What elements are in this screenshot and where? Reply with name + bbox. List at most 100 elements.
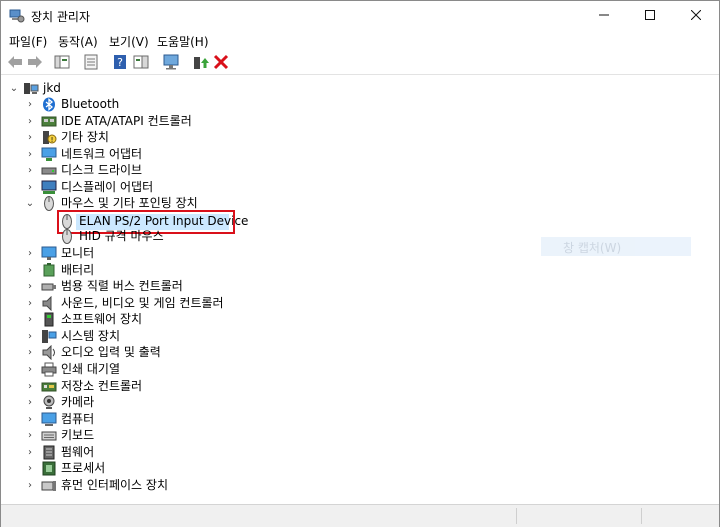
sound-icon <box>42 296 52 311</box>
tree-item-disk-drive[interactable]: › 디스크 드라이브 <box>1 162 301 179</box>
tree-item-audio-io[interactable]: › 오디오 입력 및 출력 <box>1 344 301 361</box>
expand-chevron-icon[interactable]: › <box>25 361 35 378</box>
tree-item-usb-controller[interactable]: › 범용 직렬 버스 컨트롤러 <box>1 278 301 295</box>
camera-icon <box>43 395 55 409</box>
firmware-icon <box>43 445 55 460</box>
collapse-chevron-icon[interactable]: ⌄ <box>9 80 19 97</box>
tree-root-label: jkd <box>43 81 61 95</box>
tree-root-jkd[interactable]: ⌄ jkd <box>1 80 301 97</box>
uninstall-icon[interactable] <box>212 53 230 71</box>
tree-item-label: 휴먼 인터페이스 장치 <box>61 478 168 492</box>
tree-item-label: HID 규격 마우스 <box>79 229 164 243</box>
expand-chevron-icon[interactable]: › <box>25 162 35 179</box>
tree-item-firmware[interactable]: › 펌웨어 <box>1 444 301 461</box>
other-devices-icon: ! <box>43 131 57 144</box>
tree-item-sound[interactable]: › 사운드, 비디오 및 게임 컨트롤러 <box>1 295 301 312</box>
forward-arrow-icon[interactable] <box>26 53 44 71</box>
expand-chevron-icon[interactable]: › <box>25 411 35 428</box>
tree-item-storage-controller[interactable]: › 저장소 컨트롤러 <box>1 378 301 395</box>
expand-chevron-icon[interactable]: › <box>25 378 35 395</box>
title-bar: 장치 관리자 <box>1 1 719 31</box>
expand-chevron-icon[interactable]: › <box>25 444 35 461</box>
expand-chevron-icon[interactable]: › <box>25 477 35 494</box>
tree-item-computer[interactable]: › 컴퓨터 <box>1 411 301 428</box>
tree-item-label: 범용 직렬 버스 컨트롤러 <box>61 279 183 293</box>
monitor-scan-icon[interactable] <box>162 53 180 71</box>
tree-item-label: 펌웨어 <box>61 445 95 459</box>
device-manager-app-icon <box>9 9 25 23</box>
mouse-icon <box>62 229 72 244</box>
expand-chevron-icon[interactable]: › <box>25 295 35 312</box>
tree-item-system-device[interactable]: › 시스템 장치 <box>1 328 301 345</box>
help-icon[interactable]: ? <box>111 53 129 71</box>
expand-chevron-icon[interactable]: › <box>25 344 35 361</box>
tree-item-label: 디스크 드라이브 <box>61 163 143 177</box>
expand-chevron-icon[interactable]: › <box>25 427 35 444</box>
menu-file[interactable]: 파일(F) <box>9 33 47 50</box>
battery-icon <box>43 263 55 277</box>
storage-controller-icon <box>41 382 57 392</box>
window-title: 장치 관리자 <box>31 10 91 24</box>
tree-item-display-adapter[interactable]: › 디스플레이 어댑터 <box>1 179 301 196</box>
computer-root-icon <box>24 83 39 94</box>
mouse-icon <box>44 196 54 211</box>
expand-chevron-icon[interactable]: › <box>25 113 35 130</box>
console-tree-icon[interactable] <box>53 53 71 71</box>
minimize-icon <box>599 14 609 16</box>
menu-help[interactable]: 도움말(H) <box>157 33 209 50</box>
collapse-chevron-icon[interactable]: ⌄ <box>25 195 35 212</box>
expand-chevron-icon[interactable]: › <box>25 278 35 295</box>
tree-item-label: 소프트웨어 장치 <box>61 312 143 326</box>
keyboard-icon <box>41 431 57 441</box>
close-icon <box>690 9 702 21</box>
software-device-icon <box>44 312 54 327</box>
expand-chevron-icon[interactable]: › <box>25 245 35 262</box>
computer-icon <box>41 412 57 426</box>
close-button[interactable] <box>673 1 719 31</box>
expand-chevron-icon[interactable]: › <box>25 311 35 328</box>
properties-icon[interactable] <box>82 53 100 71</box>
menu-bar: 파일(F) 동작(A) 보기(V) 도움말(H) <box>1 31 719 50</box>
tree-item-print-queue[interactable]: › 인쇄 대기열 <box>1 361 301 378</box>
disk-drive-icon <box>41 167 57 175</box>
tree-item-monitor[interactable]: › 모니터 <box>1 245 301 262</box>
tree-item-other-devices[interactable]: › ! 기타 장치 <box>1 129 301 146</box>
minimize-button[interactable] <box>581 1 627 31</box>
bluetooth-icon <box>43 97 55 112</box>
tree-item-label: 저장소 컨트롤러 <box>61 379 143 393</box>
tree-item-processor[interactable]: › 프로세서 <box>1 460 301 477</box>
expand-chevron-icon[interactable]: › <box>25 179 35 196</box>
expand-chevron-icon[interactable]: › <box>25 460 35 477</box>
tree-item-network-adapter[interactable]: › 네트워크 어댑터 <box>1 146 301 163</box>
tree-item-hid[interactable]: › 휴먼 인터페이스 장치 <box>1 477 301 494</box>
maximize-icon <box>645 10 655 20</box>
maximize-button[interactable] <box>627 1 673 31</box>
expand-chevron-icon[interactable]: › <box>25 262 35 279</box>
capture-overlay: 창 캡처(W) <box>541 237 691 256</box>
tree-item-label: IDE ATA/ATAPI 컨트롤러 <box>61 114 192 128</box>
tree-item-label: 컴퓨터 <box>61 412 95 426</box>
menu-view[interactable]: 보기(V) <box>109 33 149 50</box>
expand-chevron-icon[interactable]: › <box>25 96 35 113</box>
status-divider <box>516 508 517 524</box>
tree-item-camera[interactable]: › 카메라 <box>1 394 301 411</box>
expand-chevron-icon[interactable]: › <box>25 146 35 163</box>
display-adapter-icon <box>41 180 57 194</box>
back-arrow-icon[interactable] <box>6 53 24 71</box>
status-bar <box>1 504 719 527</box>
update-driver-icon[interactable] <box>191 53 209 71</box>
tree-item-ide[interactable]: › IDE ATA/ATAPI 컨트롤러 <box>1 113 301 130</box>
tree-item-hid-mouse[interactable]: HID 규격 마우스 <box>1 228 301 245</box>
tree-item-software-device[interactable]: › 소프트웨어 장치 <box>1 311 301 328</box>
expand-chevron-icon[interactable]: › <box>25 328 35 345</box>
usb-controller-icon <box>41 283 56 291</box>
tree-item-label: 기타 장치 <box>61 130 109 144</box>
expand-chevron-icon[interactable]: › <box>25 394 35 411</box>
tree-item-bluetooth[interactable]: › Bluetooth <box>1 96 301 113</box>
tree-item-label: 키보드 <box>61 428 95 442</box>
menu-action[interactable]: 동작(A) <box>58 33 98 50</box>
expand-chevron-icon[interactable]: › <box>25 129 35 146</box>
tree-item-keyboard[interactable]: › 키보드 <box>1 427 301 444</box>
tree-item-battery[interactable]: › 배터리 <box>1 262 301 279</box>
action-pane-icon[interactable] <box>132 53 150 71</box>
